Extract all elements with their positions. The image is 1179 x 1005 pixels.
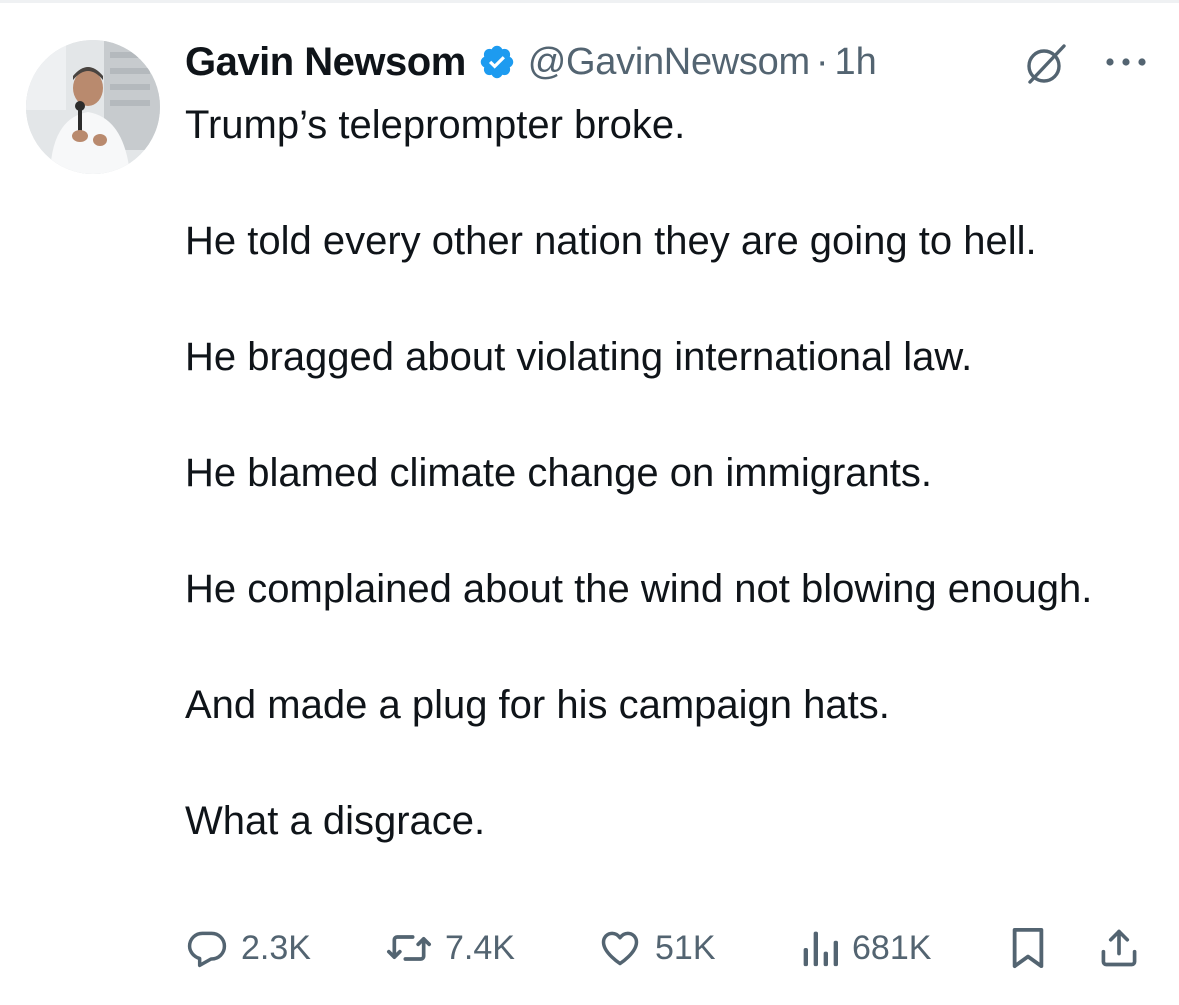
like-icon	[597, 926, 643, 970]
tweet-paragraph: He bragged about violating international…	[185, 335, 973, 379]
action-bar: 2.3K 7.4K 51K 681K	[185, 918, 1155, 978]
handle[interactable]: @GavinNewsom	[528, 41, 810, 84]
share-icon	[1097, 925, 1141, 971]
grok-icon[interactable]	[1022, 40, 1070, 88]
verified-badge-icon[interactable]	[478, 43, 516, 81]
tweet-header: Gavin Newsom @GavinNewsom · 1h	[185, 34, 1155, 90]
reply-count: 2.3K	[241, 928, 311, 967]
views-icon	[800, 926, 840, 970]
avatar[interactable]	[26, 40, 160, 174]
more-icon[interactable]	[1100, 52, 1152, 72]
views-count: 681K	[852, 928, 932, 967]
repost-button[interactable]: 7.4K	[385, 918, 515, 978]
repost-count: 7.4K	[445, 928, 515, 967]
bookmark-button[interactable]	[1007, 918, 1049, 978]
tweet-paragraph: He complained about the wind not blowing…	[185, 567, 1093, 611]
reply-button[interactable]: 2.3K	[185, 918, 311, 978]
share-button[interactable]	[1097, 918, 1141, 978]
tweet-text: Trump’s teleprompter broke. He told ever…	[185, 96, 1155, 850]
timestamp[interactable]: 1h	[834, 41, 876, 84]
time-separator: ·	[815, 40, 829, 83]
top-divider	[0, 0, 1179, 3]
tweet-paragraph: And made a plug for his campaign hats.	[185, 683, 890, 727]
like-count: 51K	[655, 928, 716, 967]
tweet-paragraph: Trump’s teleprompter broke.	[185, 103, 686, 147]
views-button[interactable]: 681K	[800, 918, 931, 978]
reply-icon	[185, 926, 229, 970]
tweet-paragraph: What a disgrace.	[185, 799, 486, 843]
bookmark-icon	[1007, 925, 1049, 971]
avatar-photo	[26, 40, 160, 174]
repost-icon	[385, 926, 433, 970]
like-button[interactable]: 51K	[597, 918, 716, 978]
tweet-paragraph: He told every other nation they are goin…	[185, 219, 1037, 263]
display-name[interactable]: Gavin Newsom	[185, 40, 466, 85]
tweet-paragraph: He blamed climate change on immigrants.	[185, 451, 933, 495]
